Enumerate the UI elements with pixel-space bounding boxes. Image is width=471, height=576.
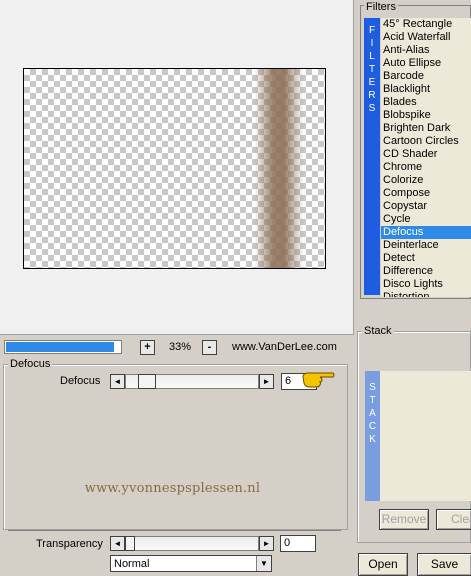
defocus-decrease-button[interactable]: ◄ [110,374,125,389]
zoom-out-button[interactable]: - [202,340,217,355]
filter-list-item[interactable]: Blobspike [381,109,471,122]
vendor-website-link[interactable]: www.VanDerLee.com [232,340,337,354]
stack-tab-letter: S [369,382,376,393]
render-progress-bar [4,340,122,354]
filter-list-item[interactable]: Blacklight [381,83,471,96]
blend-mode-select[interactable]: Normal ▼ [110,555,272,572]
transparency-increase-button[interactable]: ► [259,536,274,551]
filter-list-item[interactable]: Barcode [381,70,471,83]
save-button[interactable]: Save [417,553,471,576]
filter-list-item[interactable]: Disco Lights [381,278,471,291]
filters-list[interactable]: 45° Rectangle Acid Waterfall Anti-Alias Aut… [381,18,471,297]
zoom-in-button[interactable]: + [140,340,155,355]
separator-line [8,530,341,531]
stack-tab-letter: K [369,434,376,445]
filter-list-item[interactable]: Deinterlace [381,239,471,252]
defocus-slider-thumb[interactable] [138,374,156,389]
filter-list-item[interactable]: Acid Waterfall [381,31,471,44]
filter-list-item[interactable]: Cycle [381,213,471,226]
filter-list-item[interactable]: Detect [381,252,471,265]
filter-list-item[interactable]: Compose [381,187,471,200]
chevron-down-icon[interactable]: ▼ [256,556,271,571]
preview-image-stripe [254,69,304,268]
filter-list-item[interactable]: Colorize [381,174,471,187]
transparency-slider-thumb[interactable] [125,536,135,551]
defocus-group-label: Defocus [8,358,53,370]
clear-button[interactable]: Clea [436,509,471,530]
filter-list-item[interactable]: Defocus [381,226,471,239]
blend-mode-value: Normal [114,558,150,570]
stack-tab-letter: T [369,395,376,406]
filter-list-item[interactable]: Copystar [381,200,471,213]
zoom-level: 33% [168,341,192,353]
filter-list-item[interactable]: Difference [381,265,471,278]
stack-list[interactable] [380,371,471,501]
filter-list-item[interactable]: Chrome [381,161,471,174]
filters-tab-letter: R [368,90,376,101]
filters-group-label: Filters [364,1,398,13]
filters-tab-letter: E [368,77,376,88]
filters-tab-letter: S [368,103,376,114]
stack-side-tab: S T A C K [365,371,380,501]
transparency-slider-track[interactable] [125,536,259,551]
stack-tab-letter: C [368,421,377,432]
filter-list-item[interactable]: 45° Rectangle [381,18,471,31]
filter-list-item[interactable]: CD Shader [381,148,471,161]
filters-tab-letter: F [368,25,376,36]
stack-tab-letter: A [369,408,376,419]
remove-button[interactable]: Remove [379,509,429,530]
transparency-label: Transparency [36,538,103,550]
defocus-slider-label: Defocus [60,375,101,387]
pointing-hand-icon [302,372,335,388]
preview-canvas[interactable] [23,68,326,269]
filters-tab-letter: L [369,51,375,62]
filter-list-item[interactable]: Blades [381,96,471,109]
filter-list-item[interactable]: Anti-Alias [381,44,471,57]
watermark-text: www.yvonnespsplessen.nl [84,481,261,496]
filters-side-tab: F I L T E R S [364,18,380,295]
filter-list-item[interactable]: Auto Ellipse [381,57,471,70]
transparency-value-input[interactable]: 0 [280,535,316,552]
filter-list-item[interactable]: Distortion [381,291,471,297]
render-progress-fill [6,342,115,352]
filters-tab-letter: I [370,38,374,49]
defocus-increase-button[interactable]: ► [259,374,274,389]
open-button[interactable]: Open [358,553,408,576]
stack-group-label: Stack [362,325,394,337]
filter-list-item[interactable]: Cartoon Circles [381,135,471,148]
filters-tab-letter: T [368,64,376,75]
transparency-decrease-button[interactable]: ◄ [110,536,125,551]
filter-list-item[interactable]: Brighten Dark [381,122,471,135]
